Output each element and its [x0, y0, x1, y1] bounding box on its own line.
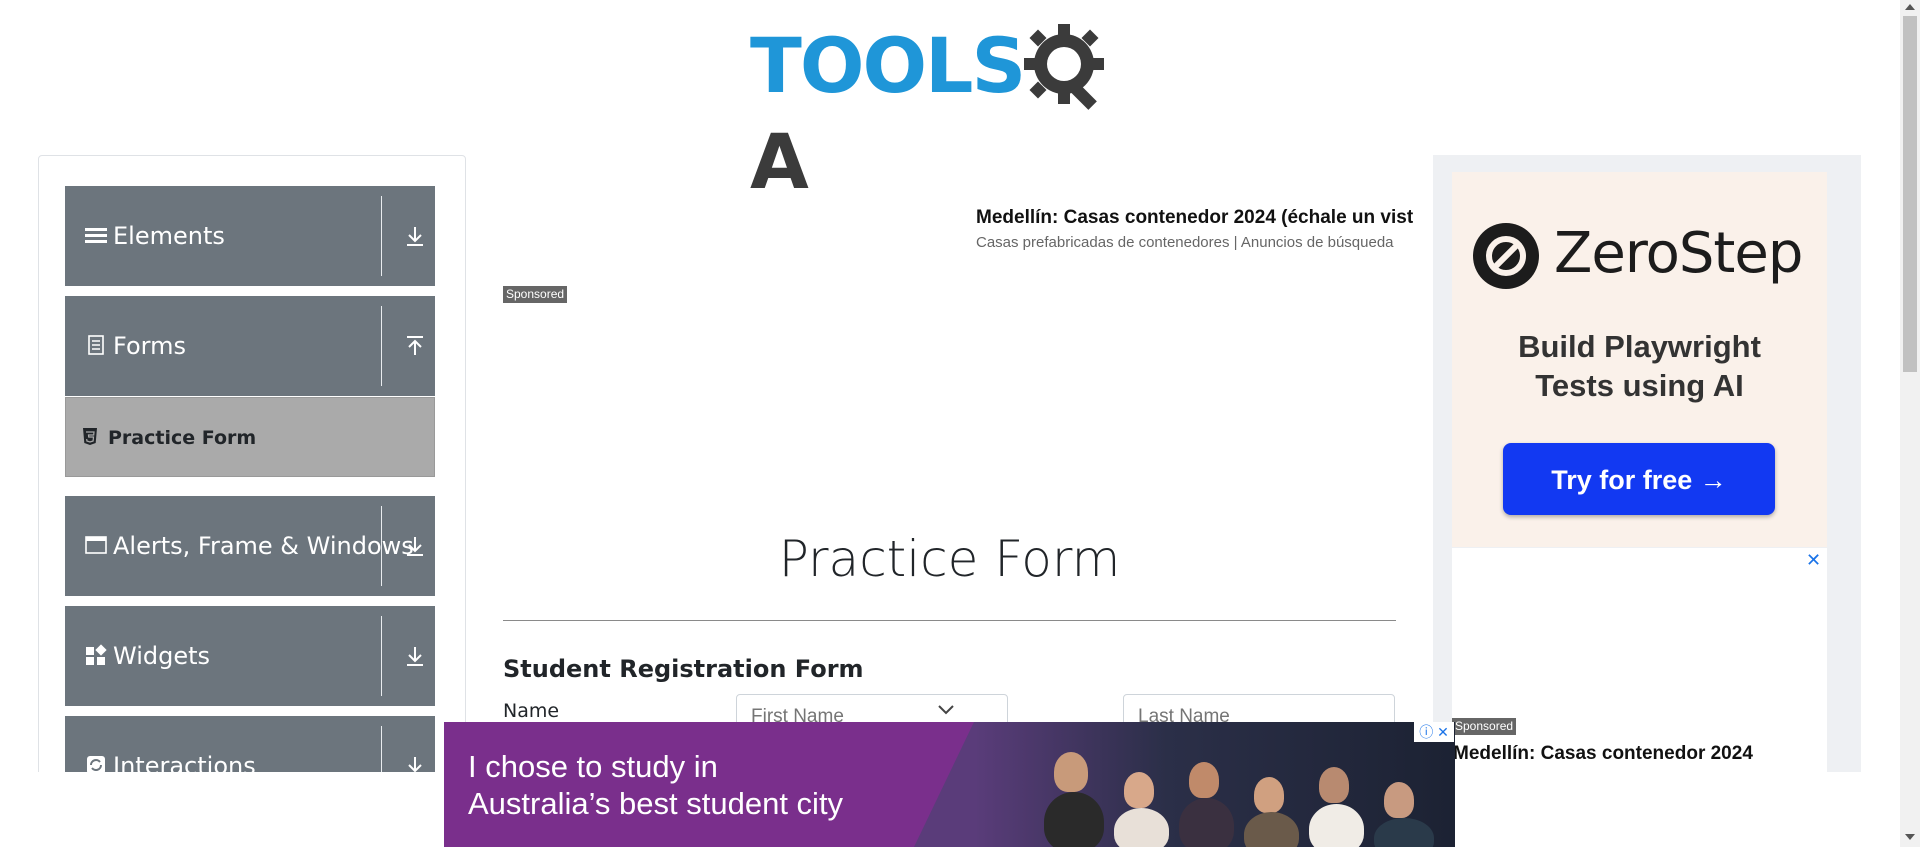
divider — [381, 306, 382, 386]
scrollbar-thumb[interactable] — [1903, 16, 1917, 372]
logo-tools-text: TOOLS — [750, 21, 1026, 110]
document-icon — [88, 335, 104, 355]
refresh-icon — [87, 756, 105, 772]
sidebar-group-interactions[interactable]: Interactions — [65, 716, 435, 772]
name-label: Name — [503, 700, 560, 722]
scroll-down-icon[interactable] — [1905, 834, 1915, 840]
sidebar-group-label: Elements — [113, 222, 225, 250]
upload-arrow-icon[interactable] — [403, 334, 427, 358]
sidebar-group-label: Widgets — [113, 642, 211, 670]
divider — [381, 506, 382, 586]
html5-icon — [83, 428, 97, 445]
logo-a-text: A — [750, 117, 809, 206]
sidebar-group-label: Interactions — [113, 752, 256, 772]
sponsored-badge: Sponsored — [1452, 718, 1517, 735]
tagline-line-1: Build Playwright — [1518, 329, 1761, 364]
banner-ad-controls[interactable]: ⓘ ✕ — [1414, 722, 1454, 742]
sidebar-item-practice-form[interactable]: Practice Form — [65, 397, 435, 477]
zerostep-brand: ZeroStep — [1554, 221, 1803, 286]
sidebar-group-forms[interactable]: Forms — [65, 296, 435, 396]
page: TOOLS A Elements Forms Practice Form Ale… — [0, 0, 1900, 772]
zerostep-tagline: Build Playwright Tests using AI — [1452, 327, 1827, 405]
divider — [381, 726, 382, 772]
right-ad-blank-area — [1452, 548, 1827, 772]
widgets-icon — [86, 644, 107, 665]
banner-ad-text: I chose to study in Australia’s best stu… — [468, 748, 843, 822]
sidebar-item-label: Practice Form — [108, 427, 257, 449]
scroll-up-icon[interactable] — [1905, 4, 1915, 10]
window-icon — [85, 536, 107, 554]
list-icon — [85, 228, 107, 243]
sidebar-group-elements[interactable]: Elements — [65, 186, 435, 286]
main-ad-subtitle[interactable]: Casas prefabricadas de contenedores | An… — [976, 234, 1394, 251]
download-arrow-icon[interactable] — [403, 534, 427, 558]
banner-ad[interactable]: I chose to study in Australia’s best stu… — [444, 722, 1455, 847]
download-arrow-icon[interactable] — [403, 754, 427, 772]
close-icon[interactable]: ✕ — [1806, 550, 1821, 571]
toolsqa-logo[interactable]: TOOLS A — [750, 18, 1155, 206]
right-ad-title[interactable]: Medellín: Casas contenedor 2024 — [1453, 743, 1753, 765]
sidebar-group-label: Alerts, Frame & Windows — [113, 532, 414, 560]
divider — [381, 616, 382, 696]
zerostep-logo-icon — [1473, 223, 1539, 289]
page-title: Practice Form — [778, 530, 1121, 588]
try-for-free-button[interactable]: Try for free → — [1503, 443, 1775, 515]
banner-line-1: I chose to study in — [468, 749, 718, 784]
download-arrow-icon[interactable] — [403, 224, 427, 248]
sponsored-badge: Sponsored — [503, 286, 568, 303]
title-divider — [503, 620, 1396, 621]
chevron-down-icon — [938, 705, 954, 715]
download-arrow-icon[interactable] — [403, 644, 427, 668]
banner-photo — [914, 722, 1455, 847]
sidebar-group-widgets[interactable]: Widgets — [65, 606, 435, 706]
tagline-line-2: Tests using AI — [1535, 368, 1744, 403]
sidebar: Elements Forms Practice Form Alerts, Fra… — [38, 155, 466, 772]
banner-line-2: Australia’s best student city — [468, 786, 844, 821]
sidebar-group-alerts[interactable]: Alerts, Frame & Windows — [65, 496, 435, 596]
divider — [381, 196, 382, 276]
gear-magnifier-icon — [1024, 24, 1105, 110]
main-ad-title[interactable]: Medellín: Casas contenedor 2024 (échale … — [976, 207, 1436, 229]
scrollbar[interactable] — [1900, 0, 1920, 847]
form-subtitle: Student Registration Form — [503, 655, 864, 683]
sidebar-group-label: Forms — [113, 332, 186, 360]
